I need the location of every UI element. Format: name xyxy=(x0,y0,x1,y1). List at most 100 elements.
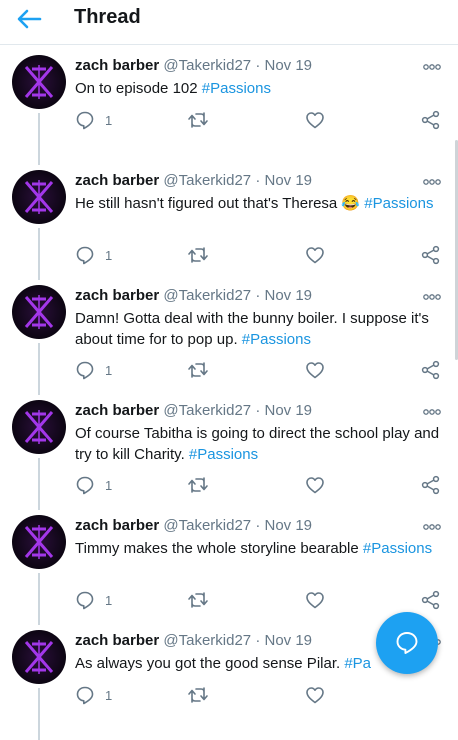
thread-connector xyxy=(38,573,40,625)
author-handle[interactable]: @Takerkid27 xyxy=(163,632,251,649)
top-bar: Thread xyxy=(0,0,458,45)
tweet-text: On to episode 102 #Passions xyxy=(75,79,440,100)
more-options-icon[interactable] xyxy=(423,523,441,531)
tweet-text: He still hasn't figured out that's There… xyxy=(75,194,440,215)
hashtag-link[interactable]: #Pa xyxy=(344,655,371,672)
avatar[interactable] xyxy=(12,400,66,454)
thread-connector xyxy=(38,688,40,740)
tweet-text: Of course Tabitha is going to direct the… xyxy=(75,424,440,465)
tweet-text: Damn! Gotta deal with the bunny boiler. … xyxy=(75,309,440,350)
author-handle[interactable]: @Takerkid27 xyxy=(163,57,251,74)
tweet-actions: 1 xyxy=(75,684,445,706)
author-name[interactable]: zach barber xyxy=(75,57,159,74)
author-name[interactable]: zach barber xyxy=(75,287,159,304)
reply-icon xyxy=(76,111,94,130)
tweet-header: zach barber @Takerkid27 · Nov 19 xyxy=(75,172,312,189)
tweet-date[interactable]: Nov 19 xyxy=(265,517,313,534)
separator: · xyxy=(255,57,261,74)
reply-button[interactable]: 1 xyxy=(75,589,112,611)
author-handle[interactable]: @Takerkid27 xyxy=(163,402,251,419)
reply-button[interactable]: 1 xyxy=(75,684,112,706)
tweet[interactable]: zach barber @Takerkid27 · Nov 19 He stil… xyxy=(0,160,455,280)
author-handle[interactable]: @Takerkid27 xyxy=(163,172,251,189)
thread-connector xyxy=(38,458,40,510)
tweet-date[interactable]: Nov 19 xyxy=(265,172,313,189)
tweet[interactable]: zach barber @Takerkid27 · Nov 19 Timmy m… xyxy=(0,505,455,625)
retweet-button[interactable] xyxy=(187,684,209,706)
retweet-icon xyxy=(188,362,208,378)
share-button[interactable] xyxy=(421,244,441,266)
reply-icon xyxy=(76,246,94,265)
heart-icon xyxy=(306,477,324,494)
tweet-header: zach barber @Takerkid27 · Nov 19 xyxy=(75,402,312,419)
avatar[interactable] xyxy=(12,515,66,569)
hashtag-link[interactable]: #Passions xyxy=(242,331,311,348)
reply-button[interactable]: 1 xyxy=(75,359,112,381)
avatar[interactable] xyxy=(12,630,66,684)
tweet-actions: 1 xyxy=(75,474,445,496)
thread-connector xyxy=(38,113,40,165)
hashtag-link[interactable]: #Passions xyxy=(364,195,433,212)
share-button[interactable] xyxy=(421,359,441,381)
like-button[interactable] xyxy=(305,359,325,381)
avatar[interactable] xyxy=(12,55,66,109)
retweet-button[interactable] xyxy=(187,244,209,266)
tweet-actions: 1 xyxy=(75,359,445,381)
retweet-button[interactable] xyxy=(187,109,209,131)
more-options-icon[interactable] xyxy=(423,293,441,301)
reply-button[interactable]: 1 xyxy=(75,474,112,496)
tweet[interactable]: zach barber @Takerkid27 · Nov 19 Damn! G… xyxy=(0,275,455,395)
share-button[interactable] xyxy=(421,109,441,131)
share-icon xyxy=(421,360,440,380)
author-name[interactable]: zach barber xyxy=(75,402,159,419)
tweet-header: zach barber @Takerkid27 · Nov 19 xyxy=(75,517,312,534)
hashtag-link[interactable]: #Passions xyxy=(189,446,258,463)
avatar[interactable] xyxy=(12,285,66,339)
tweet-actions: 1 xyxy=(75,589,445,611)
heart-icon xyxy=(306,687,324,704)
tweet[interactable]: zach barber @Takerkid27 · Nov 19 On to e… xyxy=(0,45,455,165)
hashtag-link[interactable]: #Passions xyxy=(363,540,432,557)
author-name[interactable]: zach barber xyxy=(75,517,159,534)
like-button[interactable] xyxy=(305,244,325,266)
like-button[interactable] xyxy=(305,109,325,131)
reply-count: 1 xyxy=(105,112,113,128)
reply-count: 1 xyxy=(105,592,113,608)
tweet-date[interactable]: Nov 19 xyxy=(265,402,313,419)
share-icon xyxy=(421,245,440,265)
retweet-icon xyxy=(188,687,208,703)
like-button[interactable] xyxy=(305,474,325,496)
more-options-icon[interactable] xyxy=(423,178,441,186)
retweet-button[interactable] xyxy=(187,589,209,611)
like-button[interactable] xyxy=(305,589,325,611)
separator: · xyxy=(255,287,261,304)
separator: · xyxy=(255,172,261,189)
tweet-date[interactable]: Nov 19 xyxy=(265,632,313,649)
retweet-button[interactable] xyxy=(187,359,209,381)
retweet-icon xyxy=(188,247,208,263)
like-button[interactable] xyxy=(305,684,325,706)
heart-icon xyxy=(306,362,324,379)
separator: · xyxy=(255,632,261,649)
reply-button[interactable]: 1 xyxy=(75,244,112,266)
more-options-icon[interactable] xyxy=(423,408,441,416)
more-options-icon[interactable] xyxy=(423,63,441,71)
author-name[interactable]: zach barber xyxy=(75,632,159,649)
retweet-button[interactable] xyxy=(187,474,209,496)
share-button[interactable] xyxy=(421,474,441,496)
reply-icon xyxy=(76,476,94,495)
author-name[interactable]: zach barber xyxy=(75,172,159,189)
tweet-date[interactable]: Nov 19 xyxy=(265,287,313,304)
heart-icon xyxy=(306,592,324,609)
compose-button[interactable] xyxy=(376,612,438,674)
share-button[interactable] xyxy=(421,589,441,611)
tweet-date[interactable]: Nov 19 xyxy=(265,57,313,74)
hashtag-link[interactable]: #Passions xyxy=(202,80,271,97)
tweet[interactable]: zach barber @Takerkid27 · Nov 19 Of cour… xyxy=(0,390,455,510)
arrow-left-icon[interactable] xyxy=(16,8,42,30)
author-handle[interactable]: @Takerkid27 xyxy=(163,287,251,304)
reply-button[interactable]: 1 xyxy=(75,109,112,131)
avatar[interactable] xyxy=(12,170,66,224)
author-handle[interactable]: @Takerkid27 xyxy=(163,517,251,534)
heart-icon xyxy=(306,247,324,264)
